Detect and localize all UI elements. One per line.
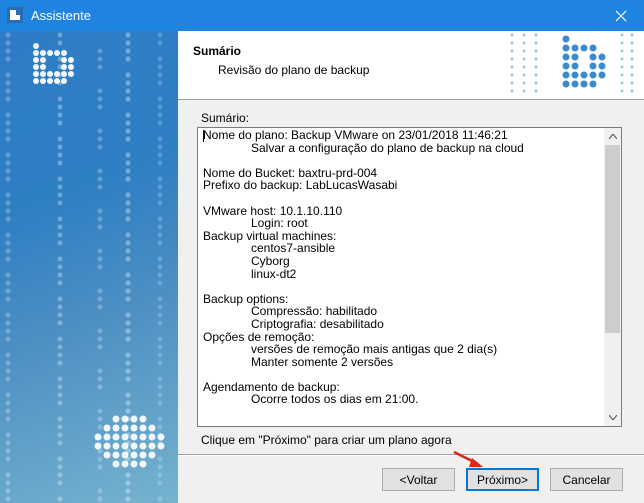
summary-line bbox=[203, 192, 524, 205]
window-title: Assistente bbox=[31, 8, 91, 23]
summary-line: linux-dt2 bbox=[251, 266, 297, 281]
header-logo bbox=[510, 33, 634, 93]
scroll-down-button[interactable] bbox=[604, 409, 621, 426]
summary-line: Nome do plano: Backup VMware on 23/01/20… bbox=[203, 128, 508, 142]
chevron-down-icon bbox=[608, 415, 617, 420]
summary-line: versões de remoção mais antigas que 2 di… bbox=[251, 342, 498, 357]
summary-line bbox=[203, 154, 524, 167]
footer-separator-highlight bbox=[178, 455, 644, 456]
red-arrow-icon bbox=[453, 450, 483, 467]
page-title: Sumário bbox=[193, 44, 242, 58]
text-caret bbox=[203, 130, 204, 142]
close-icon bbox=[615, 10, 627, 21]
summary-line: Ocorre todos os dias em 21:00. bbox=[251, 392, 419, 407]
title-bar: Assistente bbox=[0, 0, 644, 31]
summary-line: Salvar a configuração do plano de backup… bbox=[251, 140, 524, 155]
summary-line: Manter somente 2 versões bbox=[251, 354, 394, 369]
next-button[interactable]: Próximo> bbox=[466, 468, 539, 491]
scroll-thumb[interactable] bbox=[605, 145, 620, 333]
scroll-up-button[interactable] bbox=[604, 128, 621, 145]
chevron-up-icon bbox=[608, 134, 617, 139]
summary-line: Cyborg bbox=[251, 253, 290, 268]
summary-content: Nome do plano: Backup VMware on 23/01/20… bbox=[203, 129, 524, 406]
summary-label: Sumário: bbox=[201, 111, 250, 125]
summary-line bbox=[203, 368, 524, 381]
summary-line bbox=[203, 280, 524, 293]
cancel-button[interactable]: Cancelar bbox=[550, 468, 623, 491]
instruction-text: Clique em "Próximo" para criar um plano … bbox=[201, 433, 452, 447]
header-panel: Sumário Revisão do plano de backup bbox=[178, 31, 644, 100]
summary-line: Criptografia: desabilitado bbox=[251, 316, 384, 331]
vertical-scrollbar[interactable] bbox=[604, 128, 621, 426]
dotted-logo-art bbox=[5, 32, 165, 502]
summary-textbox[interactable]: Nome do plano: Backup VMware on 23/01/20… bbox=[197, 127, 622, 427]
side-banner bbox=[0, 31, 178, 503]
close-button[interactable] bbox=[598, 0, 644, 31]
summary-line: Login: root bbox=[251, 216, 308, 231]
summary-line: Prefixo do backup: LabLucasWasabi bbox=[203, 178, 398, 193]
back-button[interactable]: <Voltar bbox=[382, 468, 455, 491]
app-icon bbox=[7, 7, 23, 23]
page-subtitle: Revisão do plano de backup bbox=[218, 63, 370, 77]
